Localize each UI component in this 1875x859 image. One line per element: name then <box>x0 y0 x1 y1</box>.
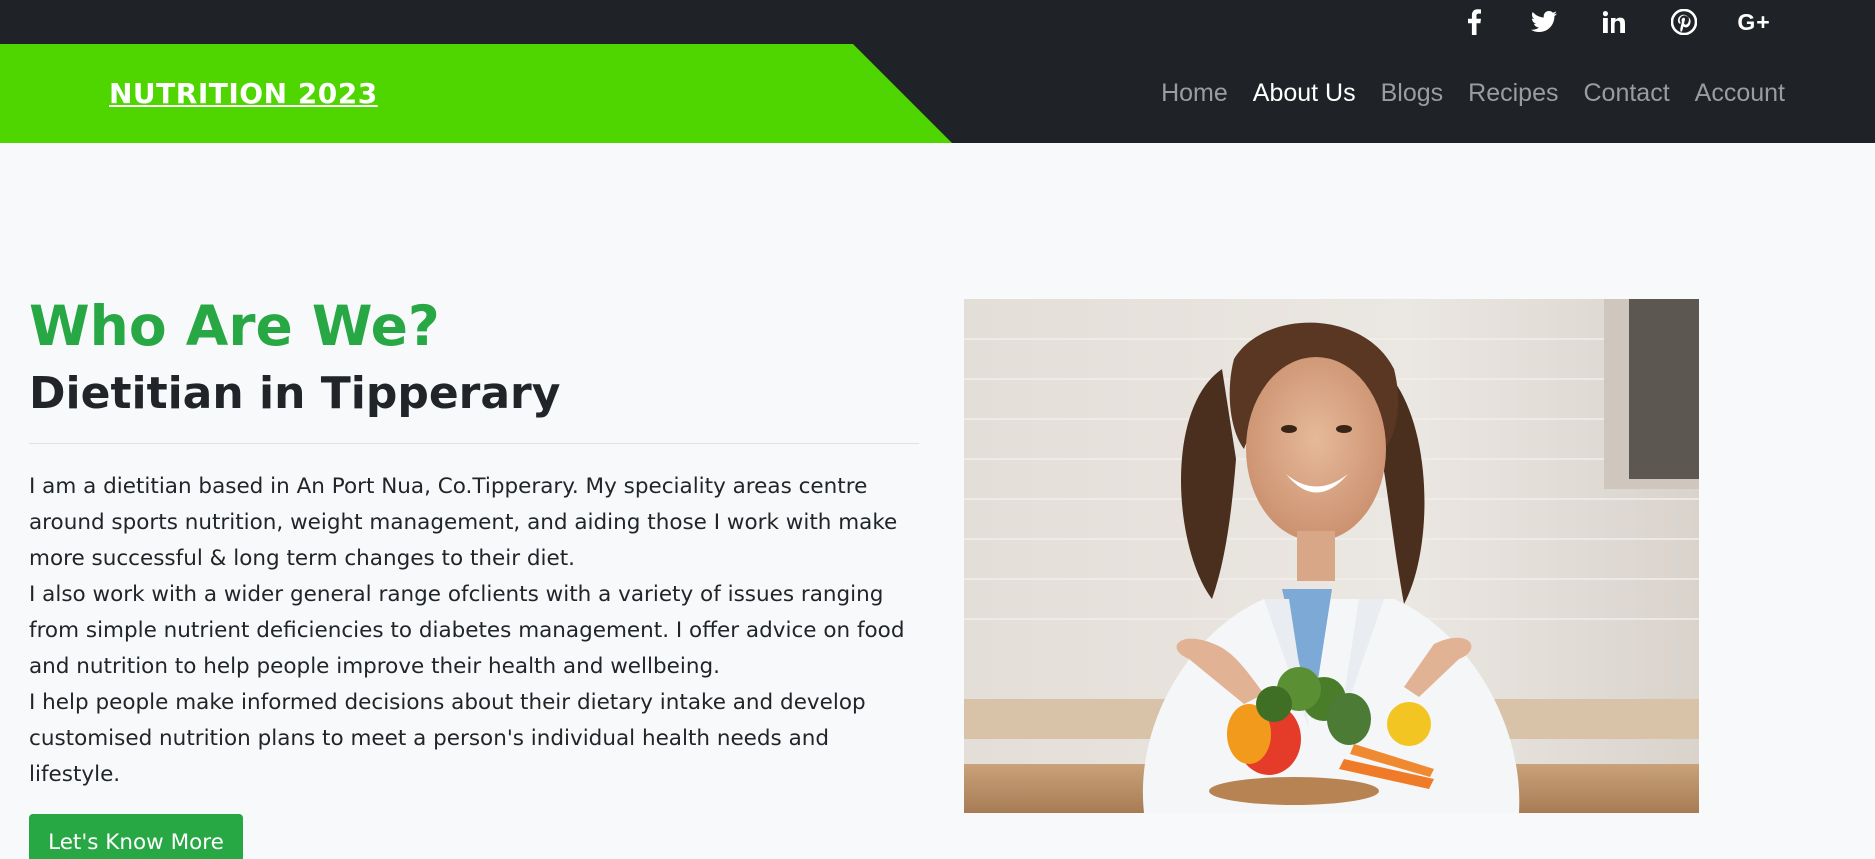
know-more-button[interactable]: Let's Know More <box>29 814 243 859</box>
main-navbar: NUTRITION 2023 Home About Us Blogs Recip… <box>0 44 1875 143</box>
about-section: Who Are We? Dietitian in Tipperary I am … <box>29 290 919 859</box>
top-social-bar: G+ <box>0 0 1875 44</box>
about-paragraph: I also work with a wider general range o… <box>29 582 905 679</box>
nav-about-us[interactable]: About Us <box>1253 79 1356 108</box>
nav-blogs[interactable]: Blogs <box>1381 79 1444 108</box>
nav-contact[interactable]: Contact <box>1583 79 1669 108</box>
social-links: G+ <box>1421 0 1771 44</box>
google-plus-icon[interactable]: G+ <box>1737 5 1771 39</box>
about-paragraph: I help people make informed decisions ab… <box>29 690 866 787</box>
brand-logo[interactable]: NUTRITION 2023 <box>109 44 378 143</box>
twitter-icon[interactable] <box>1527 5 1561 39</box>
divider <box>29 443 919 444</box>
nav-account[interactable]: Account <box>1695 79 1785 108</box>
dietitian-photo <box>964 299 1699 813</box>
pinterest-icon[interactable] <box>1667 5 1701 39</box>
linkedin-icon[interactable] <box>1597 5 1631 39</box>
section-subtitle: Dietitian in Tipperary <box>29 368 561 419</box>
facebook-icon[interactable] <box>1457 5 1491 39</box>
about-paragraph: I am a dietitian based in An Port Nua, C… <box>29 474 898 571</box>
nav-recipes[interactable]: Recipes <box>1468 79 1558 108</box>
section-kicker: Who Are We? <box>29 294 440 358</box>
nav-home[interactable]: Home <box>1161 79 1228 108</box>
primary-nav: Home About Us Blogs Recipes Contact Acco… <box>1136 44 1785 143</box>
